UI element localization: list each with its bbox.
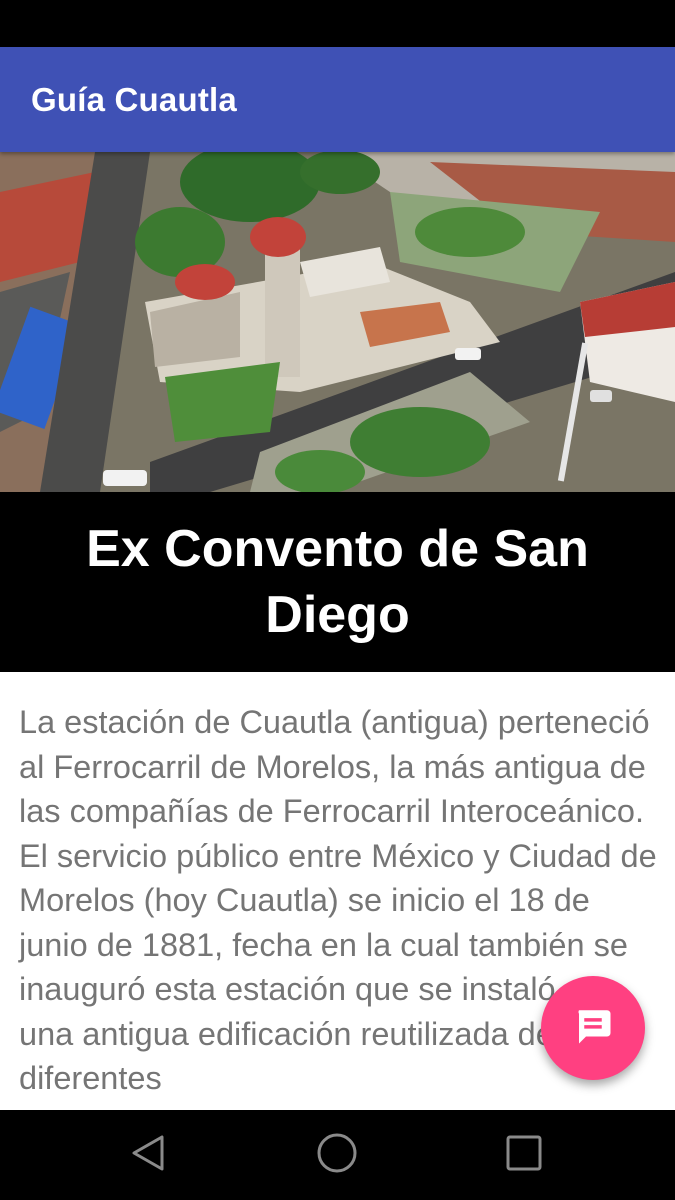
title-band: Ex Convento de San Diego (0, 492, 675, 672)
home-circle-icon (315, 1131, 359, 1180)
aerial-photo (0, 152, 675, 492)
status-bar (0, 0, 675, 47)
back-button[interactable] (119, 1130, 179, 1180)
recents-square-icon (504, 1133, 544, 1178)
back-triangle-icon (129, 1133, 169, 1178)
hero-image (0, 152, 675, 492)
message-fab-button[interactable] (541, 976, 645, 1080)
navigation-bar (0, 1110, 675, 1200)
message-icon (572, 1005, 614, 1052)
app-bar: Guía Cuautla (0, 47, 675, 152)
place-title: Ex Convento de San Diego (86, 520, 589, 644)
recents-button[interactable] (494, 1130, 554, 1180)
home-button[interactable] (307, 1130, 367, 1180)
app-title: Guía Cuautla (31, 80, 237, 118)
